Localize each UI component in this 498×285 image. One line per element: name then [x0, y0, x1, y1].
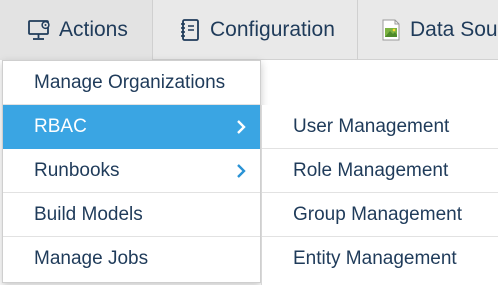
nav-configuration[interactable]: Configuration: [153, 0, 358, 60]
menu-item-manage-jobs[interactable]: Manage Jobs: [3, 237, 260, 281]
submenu-item-label: Entity Management: [293, 248, 457, 269]
menu-item-label: Runbooks: [34, 159, 120, 181]
top-navbar: Actions Configuration Data Sou: [0, 0, 498, 60]
submenu-item-user-management[interactable]: User Management: [262, 105, 498, 149]
submenu-item-entity-management[interactable]: Entity Management: [262, 237, 498, 281]
submenu-item-label: Role Management: [293, 159, 449, 181]
menu-item-runbooks[interactable]: Runbooks: [3, 149, 260, 193]
actions-dropdown-menu: Manage Organizations RBAC Runbooks Build…: [2, 60, 261, 283]
menu-item-rbac[interactable]: RBAC: [3, 105, 260, 149]
rbac-submenu: User Management Role Management Group Ma…: [261, 105, 498, 285]
submenu-item-label: Group Management: [293, 203, 462, 225]
menu-item-label: RBAC: [34, 115, 87, 137]
monitor-gear-icon: [28, 20, 50, 40]
menu-item-build-models[interactable]: Build Models: [3, 193, 260, 237]
nav-configuration-label: Configuration: [210, 18, 335, 41]
submenu-item-label: User Management: [293, 115, 450, 137]
menu-item-manage-organizations[interactable]: Manage Organizations: [3, 61, 260, 105]
notebook-icon: [181, 19, 199, 41]
chevron-right-icon: [237, 119, 246, 134]
menu-item-label: Manage Organizations: [34, 71, 226, 93]
broken-image-icon: [382, 19, 400, 41]
nav-data-sources[interactable]: Data Sou: [358, 0, 498, 60]
menu-item-label: Manage Jobs: [34, 248, 149, 269]
chevron-right-icon: [237, 163, 246, 178]
nav-data-sources-label: Data Sou: [410, 18, 498, 41]
nav-actions[interactable]: Actions: [0, 0, 153, 60]
menu-item-label: Build Models: [34, 203, 143, 225]
submenu-item-role-management[interactable]: Role Management: [262, 149, 498, 193]
submenu-item-group-management[interactable]: Group Management: [262, 193, 498, 237]
nav-actions-label: Actions: [59, 18, 128, 41]
